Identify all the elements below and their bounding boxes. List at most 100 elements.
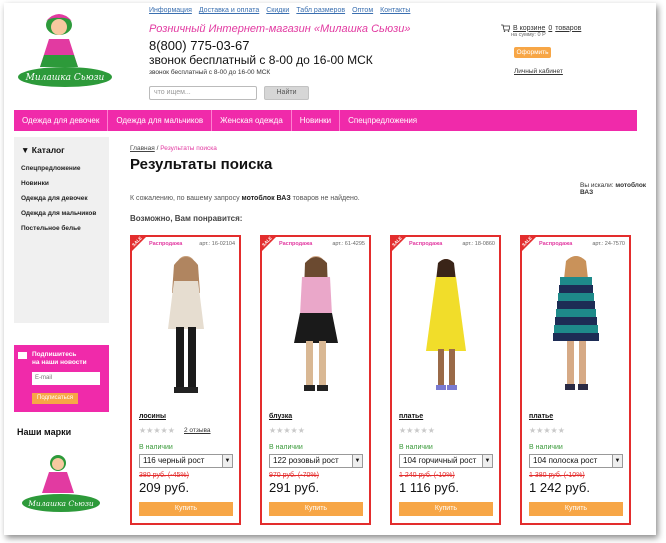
sidebar-item-bedding[interactable]: Постельное белье [21,225,96,232]
page-title: Результаты поиска [130,156,273,173]
svg-text:Милашка Сьюзи: Милашка Сьюзи [25,73,105,83]
search-button[interactable]: Найти [264,86,309,100]
sale-tag: Распродажа [409,241,443,247]
cart-label: В корзине [513,24,546,32]
product-name[interactable]: платье [529,413,553,420]
product-photo[interactable] [412,251,480,399]
top-link-info[interactable]: Информация [149,7,192,14]
catalog-list: Спецпредложение Новинки Одежда для девоч… [21,165,96,240]
sidebar-catalog: ▼ Каталог Спецпредложение Новинки Одежда… [14,137,109,323]
catalog-title[interactable]: ▼ Каталог [21,145,65,155]
product-name[interactable]: лосины [139,413,166,420]
old-price: 380 руб. (-45%) [139,472,189,479]
size-select[interactable]: 104 горчичный рост ▼ [399,454,493,468]
buy-button[interactable]: Купить [139,502,233,516]
not-found-message: К сожалению, по вашему запросу мотоблок … [130,195,360,202]
page-frame: Милашка Сьюзи Информация Доставка и опла… [4,3,656,535]
not-found-before: К сожалению, по вашему запросу [130,195,240,202]
brand-logo-small[interactable]: Милашка Сьюзи [20,449,102,515]
sidebar-item-new[interactable]: Новинки [21,180,96,187]
product-card[interactable]: SALE Распродажа арт.: 24-7570 платье ★★★… [520,235,631,525]
sale-tag: Распродажа [149,241,183,247]
old-price: 1 380 руб. (-10%) [529,472,585,479]
newsletter-title: Подпишитесь на наши новости [32,351,87,367]
cart-unit: товаров [555,24,582,32]
nav-item-special[interactable]: Спецпредложения [340,110,425,131]
account-link[interactable]: Личный кабинет [514,68,563,75]
top-link-wholesale[interactable]: Оптом [352,7,373,14]
you-searched-label: Вы искали: [580,182,614,189]
old-price: 970 руб. (-70%) [269,472,319,479]
not-found-after: товаров не найдено. [292,195,360,202]
envelope-icon [18,352,27,359]
cart-sum: на сумму: 0 Р [511,32,546,38]
product-card[interactable]: SALE Распродажа арт.: 61-4295 блузка ★★★… [260,235,371,525]
product-sku: арт.: 61-4295 [332,241,365,247]
call-note-small: звонок бесплатный с 8-00 до 16-00 МСК [149,69,271,76]
rating-stars: ★★★★★ [529,426,565,435]
stock-status: В наличии [399,444,433,451]
catalog-title-label: Каталог [31,145,65,155]
shop-title: Розничный Интернет-магазин «Милашка Сьюз… [149,23,411,35]
subscribe-button[interactable]: Подписаться [32,393,78,404]
nav-item-women[interactable]: Женская одежда [212,110,292,131]
svg-text:Милашка Сьюзи: Милашка Сьюзи [27,499,94,508]
top-links: Информация Доставка и оплата Скидки Табл… [149,7,417,14]
checkout-button[interactable]: Оформить [514,47,551,58]
buy-button[interactable]: Купить [529,502,623,516]
rating-stars: ★★★★★ [269,426,305,435]
buy-button[interactable]: Купить [399,502,493,516]
nav-item-boys[interactable]: Одежда для мальчиков [108,110,213,131]
price: 1 116 руб. [399,480,459,495]
product-sku: арт.: 18-0860 [462,241,495,247]
product-card[interactable]: SALE Распродажа арт.: 16-02104 лосины ★★… [130,235,241,525]
brand-logo[interactable]: Милашка Сьюзи [16,9,114,91]
product-card[interactable]: SALE Распродажа арт.: 18-0860 платье ★★★… [390,235,501,525]
dropdown-arrow-icon: ▼ [612,455,622,467]
dropdown-arrow-icon: ▼ [352,455,362,467]
top-link-delivery[interactable]: Доставка и оплата [199,7,259,14]
top-link-discounts[interactable]: Скидки [266,7,289,14]
top-link-sizes[interactable]: Табл размеров [296,7,345,14]
sidebar-item-boys[interactable]: Одежда для мальчиков [21,210,96,217]
size-select-value: 116 черный рост [143,456,205,465]
product-name[interactable]: блузка [269,413,292,420]
product-sku: арт.: 16-02104 [199,241,235,247]
price: 1 242 руб. [529,480,590,495]
brands-title: Наши марки [17,427,72,437]
price: 209 руб. [139,480,190,495]
dropdown-arrow-icon: ▼ [482,455,492,467]
stock-status: В наличии [269,444,303,451]
stock-status: В наличии [139,444,173,451]
stock-status: В наличии [529,444,563,451]
rating-stars: ★★★★★ [139,426,175,435]
call-note: звонок бесплатный с 8-00 до 16-00 МСК [149,53,373,67]
size-select[interactable]: 116 черный рост ▼ [139,454,233,468]
top-link-contacts[interactable]: Контакты [380,7,410,14]
newsletter-email-input[interactable]: E-mail [32,372,100,385]
cart-summary[interactable]: В корзине 0 товаров на сумму: 0 Р [501,24,581,38]
sidebar-item-girls[interactable]: Одежда для девочек [21,195,96,202]
newsletter-title-line2: на наши новости [32,359,87,366]
reviews-link[interactable]: 2 отзыва [184,427,211,434]
sidebar-item-special[interactable]: Спецпредложение [21,165,96,172]
search-input[interactable]: что ищем... [149,86,257,100]
phone-number: 8(800) 775-03-67 [149,38,250,53]
recommendations-title: Возможно, Вам понравится: [130,214,243,223]
nav-item-new[interactable]: Новинки [292,110,341,131]
newsletter-title-line1: Подпишитесь [32,351,77,358]
size-select-value: 122 розовый рост [273,456,339,465]
size-select[interactable]: 122 розовый рост ▼ [269,454,363,468]
sale-tag: Распродажа [539,241,573,247]
you-searched: Вы искали: мотоблок ВАЗ [580,182,656,196]
product-name[interactable]: платье [399,413,423,420]
product-photo[interactable] [152,251,220,399]
dropdown-arrow-icon: ▼ [222,455,232,467]
product-photo[interactable] [542,251,610,399]
size-select[interactable]: 104 полоска рост ▼ [529,454,623,468]
buy-button[interactable]: Купить [269,502,363,516]
product-photo[interactable] [282,251,350,399]
old-price: 1 240 руб. (-10%) [399,472,455,479]
breadcrumb-home[interactable]: Главная [130,145,155,152]
nav-item-girls[interactable]: Одежда для девочек [14,110,109,131]
